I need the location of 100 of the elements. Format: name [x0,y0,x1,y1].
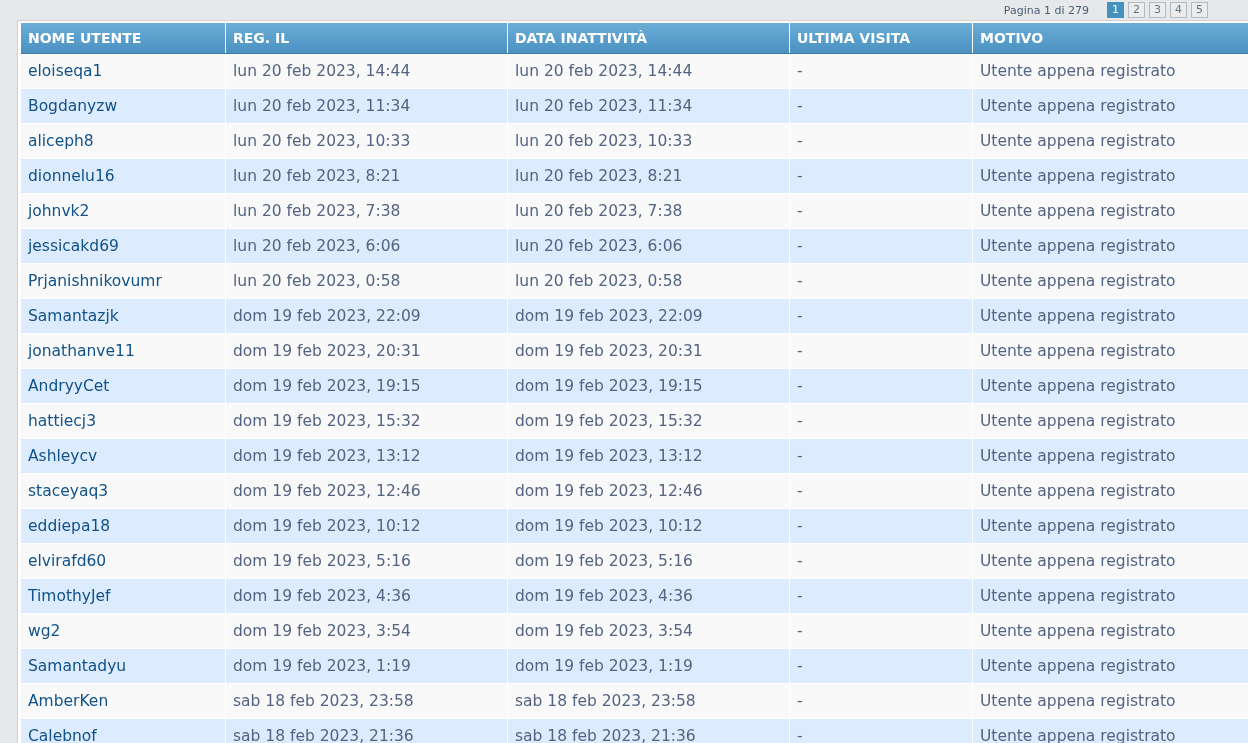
page-link[interactable]: 3 [1149,2,1166,18]
table-cell: dom 19 feb 2023, 5:16 [225,543,508,579]
username-link[interactable]: staceyaq3 [21,473,226,509]
table-cell: sab 18 feb 2023, 21:36 [225,718,508,743]
table-cell: - [789,53,973,89]
table-cell: lun 20 feb 2023, 0:58 [225,263,508,299]
username-link[interactable]: AmberKen [21,683,226,719]
table-cell: Utente appena registrato [972,53,1248,89]
table-cell: dom 19 feb 2023, 13:12 [507,438,790,474]
table-cell: Utente appena registrato [972,123,1248,159]
table-cell: dom 19 feb 2023, 10:12 [225,508,508,544]
table-cell: - [789,613,973,649]
page-link[interactable]: 4 [1170,2,1187,18]
table-cell: Utente appena registrato [972,508,1248,544]
table-cell: dom 19 feb 2023, 20:31 [507,333,790,369]
table-cell: sab 18 feb 2023, 23:58 [507,683,790,719]
username-link[interactable]: aliceph8 [21,123,226,159]
column-header: DATA INATTIVITÀ [507,23,790,54]
table-cell: - [789,438,973,474]
username-link[interactable]: johnvk2 [21,193,226,229]
username-link[interactable]: jonathanve11 [21,333,226,369]
table-cell: dom 19 feb 2023, 12:46 [225,473,508,509]
table-cell: Utente appena registrato [972,193,1248,229]
page-link[interactable]: 5 [1191,2,1208,18]
table-cell: lun 20 feb 2023, 8:21 [507,158,790,194]
table-cell: lun 20 feb 2023, 8:21 [225,158,508,194]
table-cell: lun 20 feb 2023, 10:33 [225,123,508,159]
table-cell: lun 20 feb 2023, 6:06 [507,228,790,264]
table-cell: - [789,368,973,404]
table-cell: lun 20 feb 2023, 7:38 [507,193,790,229]
username-link[interactable]: hattiecj3 [21,403,226,439]
table-cell: Utente appena registrato [972,298,1248,334]
username-link[interactable]: Samantadyu [21,648,226,684]
table-cell: - [789,158,973,194]
table-cell: dom 19 feb 2023, 4:36 [225,578,508,614]
username-link[interactable]: dionnelu16 [21,158,226,194]
table-cell: lun 20 feb 2023, 6:06 [225,228,508,264]
username-link[interactable]: Bogdanyzw [21,88,226,124]
table-cell: Utente appena registrato [972,368,1248,404]
table-cell: Utente appena registrato [972,683,1248,719]
table-cell: dom 19 feb 2023, 3:54 [225,613,508,649]
table-cell: - [789,88,973,124]
table-cell: - [789,333,973,369]
table-cell: sab 18 feb 2023, 23:58 [225,683,508,719]
column-header: MOTIVO [972,23,1248,54]
table-cell: - [789,403,973,439]
table-cell: lun 20 feb 2023, 14:44 [507,53,790,89]
table-cell: Utente appena registrato [972,648,1248,684]
table-cell: dom 19 feb 2023, 3:54 [507,613,790,649]
username-link[interactable]: Prjanishnikovumr [21,263,226,299]
table-cell: - [789,193,973,229]
table-cell: - [789,543,973,579]
pagination-label: Pagina 1 di 279 [1003,3,1089,17]
table-cell: - [789,508,973,544]
table-cell: dom 19 feb 2023, 1:19 [507,648,790,684]
table-cell: Utente appena registrato [972,543,1248,579]
table-cell: - [789,263,973,299]
table-cell: Utente appena registrato [972,228,1248,264]
table-cell: lun 20 feb 2023, 0:58 [507,263,790,299]
table-cell: dom 19 feb 2023, 22:09 [507,298,790,334]
column-header: ULTIMA VISITA [789,23,973,54]
page-link[interactable]: 2 [1128,2,1145,18]
table-cell: dom 19 feb 2023, 12:46 [507,473,790,509]
table-cell: dom 19 feb 2023, 19:15 [507,368,790,404]
username-link[interactable]: eloiseqa1 [21,53,226,89]
username-link[interactable]: eddiepa18 [21,508,226,544]
table-cell: - [789,578,973,614]
username-link[interactable]: jessicakd69 [21,228,226,264]
table-cell: dom 19 feb 2023, 20:31 [225,333,508,369]
table-cell: dom 19 feb 2023, 1:19 [225,648,508,684]
table-cell: lun 20 feb 2023, 11:34 [225,88,508,124]
table-cell: lun 20 feb 2023, 10:33 [507,123,790,159]
table-cell: Utente appena registrato [972,333,1248,369]
table-cell: Utente appena registrato [972,613,1248,649]
table-cell: - [789,473,973,509]
table-cell: Utente appena registrato [972,438,1248,474]
column-header: NOME UTENTE [21,23,226,54]
table-cell: lun 20 feb 2023, 7:38 [225,193,508,229]
table-cell: Utente appena registrato [972,578,1248,614]
username-link[interactable]: AndryyCet [21,368,226,404]
table-cell: dom 19 feb 2023, 4:36 [507,578,790,614]
table-cell: - [789,228,973,264]
table-cell: dom 19 feb 2023, 10:12 [507,508,790,544]
username-link[interactable]: Samantazjk [21,298,226,334]
table-cell: lun 20 feb 2023, 11:34 [507,88,790,124]
username-link[interactable]: wg2 [21,613,226,649]
table-cell: dom 19 feb 2023, 19:15 [225,368,508,404]
table-cell: dom 19 feb 2023, 5:16 [507,543,790,579]
table-cell: dom 19 feb 2023, 15:32 [507,403,790,439]
table-cell: Utente appena registrato [972,473,1248,509]
table-cell: Utente appena registrato [972,403,1248,439]
table-cell: - [789,648,973,684]
username-link[interactable]: Ashleycv [21,438,226,474]
username-link[interactable]: elvirafd60 [21,543,226,579]
username-link[interactable]: TimothyJef [21,578,226,614]
username-link[interactable]: Calebnof [21,718,226,743]
table-cell: - [789,718,973,743]
table-cell: Utente appena registrato [972,158,1248,194]
column-header: REG. IL [225,23,508,54]
table-cell: Utente appena registrato [972,88,1248,124]
